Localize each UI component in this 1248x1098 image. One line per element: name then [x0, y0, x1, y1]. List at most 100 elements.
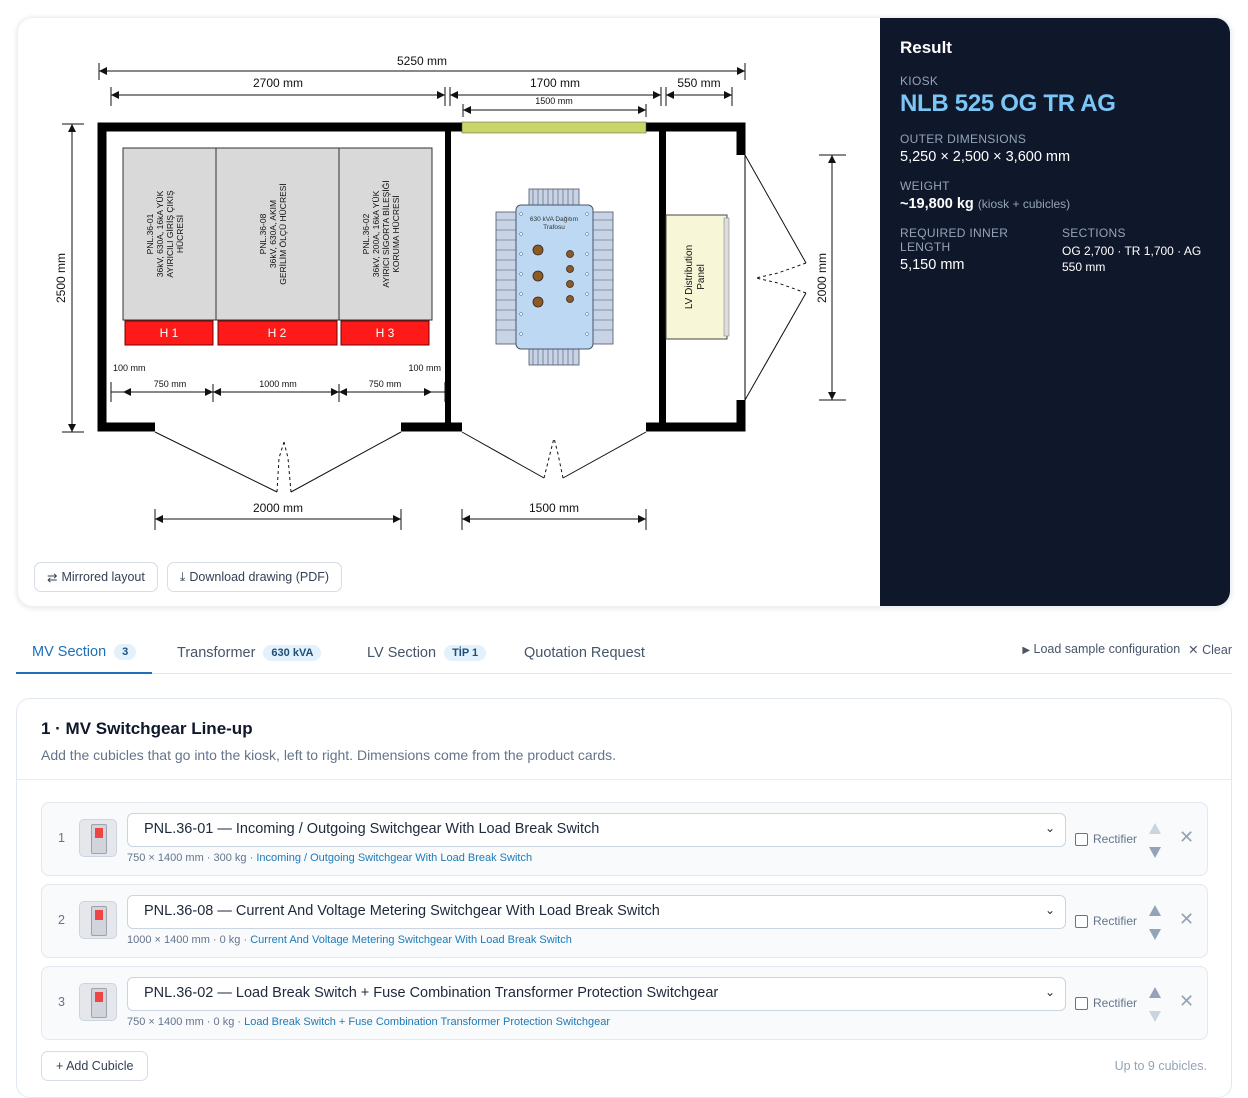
rectifier-label: Rectifier — [1093, 914, 1138, 928]
dim-cubicle-1: 750 mm — [154, 379, 187, 389]
dim-tr-inner: 1500 mm — [535, 96, 573, 106]
cubicle-3-line4: KORUMA HÜCRESİ — [391, 195, 401, 272]
cubicle-select-value: PNL.36-01 — Incoming / Outgoing Switchge… — [144, 821, 600, 837]
cubicle-code-1: H 1 — [160, 326, 179, 340]
tab-transformer[interactable]: Transformer 630 kVA — [177, 632, 322, 674]
inner-length-label: REQUIRED INNER LENGTH — [900, 226, 1009, 254]
load-sample-label: Load sample configuration — [1033, 642, 1181, 656]
add-cubicle-button[interactable]: + Add Cubicle — [41, 1051, 149, 1081]
dim-tr-door: 1500 mm — [529, 501, 579, 515]
download-drawing-label: Download drawing (PDF) — [189, 570, 330, 584]
sections-label: SECTIONS — [1062, 226, 1126, 240]
mirrored-layout-label: Mirrored layout — [61, 570, 145, 584]
kiosk-name: NLB 525 OG TR AG — [900, 90, 1116, 117]
rectifier-checkbox[interactable]: Rectifier — [1075, 832, 1137, 846]
dim-cubicle-2: 1000 mm — [259, 379, 297, 389]
kiosk-plan-svg: H 1 H 2 H 3 PNL.36-01 36kV, 630A, 16kA Y… — [54, 54, 846, 530]
chevron-down-icon: ⌄ — [1044, 985, 1055, 999]
tab-quotation-request[interactable]: Quotation Request — [524, 632, 645, 674]
cubicle-select-value: PNL.36-08 — Current And Voltage Metering… — [144, 903, 660, 919]
cubicle-thumbnail — [79, 819, 117, 857]
load-sample-button[interactable]: ▶ Load sample configuration — [1022, 642, 1180, 657]
cubicle-row: 1 PNL.36-01 — Incoming / Outgoing Switch… — [41, 802, 1208, 876]
tab-mv-badge: 3 — [114, 644, 137, 660]
cubicle-select[interactable]: PNL.36-08 — Current And Voltage Metering… — [127, 895, 1066, 929]
dim-depth: 2500 mm — [54, 253, 68, 303]
rectifier-checkbox[interactable]: Rectifier — [1075, 914, 1137, 928]
transformer-label-2: Trafosu — [543, 224, 565, 231]
move-down-icon[interactable] — [1149, 847, 1161, 858]
dim-margin-left: 100 mm — [113, 363, 146, 373]
tab-lv-section[interactable]: LV Section TİP 1 — [367, 632, 487, 674]
move-down-icon[interactable] — [1149, 1011, 1161, 1022]
cubicle-product-link[interactable]: Load Break Switch + Fuse Combination Tra… — [244, 1016, 610, 1028]
cubicle-row: 2 PNL.36-08 — Current And Voltage Meteri… — [41, 884, 1208, 958]
row-number: 2 — [58, 913, 65, 927]
outer-dimensions-label: OUTER DIMENSIONS — [900, 132, 1027, 146]
chevron-down-icon: ⌄ — [1044, 903, 1055, 917]
move-up-icon[interactable] — [1149, 987, 1161, 998]
cubicle-code-2: H 2 — [268, 326, 287, 340]
dim-tr-width: 1700 mm — [530, 76, 580, 90]
transformer-label-1: 630 kVA Dağıtım — [530, 216, 578, 223]
move-up-icon[interactable] — [1149, 905, 1161, 916]
sections-value: OG 2,700 · TR 1,700 · AG 550 mm — [1062, 244, 1202, 274]
cubicle-1-line4: HÜCRESİ — [175, 215, 185, 253]
rectifier-checkbox[interactable]: Rectifier — [1075, 996, 1137, 1010]
dim-margin-right: 100 mm — [408, 363, 441, 373]
cubicle-limit-note: Up to 9 cubicles. — [1114, 1059, 1207, 1073]
row-number: 3 — [58, 995, 65, 1009]
cubicle-3-line2: 36kV, 200A, 16kA YÜK — [371, 190, 381, 277]
row-number: 1 — [58, 831, 65, 845]
cubicle-meta-text: 1000 × 1400 mm · 0 kg · — [127, 934, 248, 946]
transformer-symbol: 630 kVA Dağıtım Trafosu — [495, 188, 614, 366]
cubicle-meta-text: 750 × 1400 mm · 0 kg · — [127, 1016, 242, 1028]
clear-button[interactable]: ✕ Clear — [1188, 642, 1232, 657]
lv-panel-label-2: Panel — [696, 264, 707, 290]
cubicle-meta: 750 × 1400 mm · 300 kg · Incoming / Outg… — [127, 852, 532, 864]
cubicle-2-line2: 36kV, 630A, AKIM — [268, 200, 278, 268]
move-down-icon[interactable] — [1149, 929, 1161, 940]
cubicle-3-line1: PNL.36-02 — [361, 213, 371, 254]
tab-lv-badge: TİP 1 — [444, 645, 487, 661]
dim-mv-door: 2000 mm — [253, 501, 303, 515]
cubicle-code-3: H 3 — [376, 326, 395, 340]
tab-lv-label: LV Section — [367, 645, 437, 661]
checkbox-icon — [1075, 914, 1088, 928]
mirrored-layout-button[interactable]: ⇄ Mirrored layout — [34, 562, 158, 592]
inner-length-value: 5,150 mm — [900, 257, 965, 273]
cubicle-product-link[interactable]: Incoming / Outgoing Switchgear With Load… — [256, 852, 532, 864]
dim-mv-width: 2700 mm — [253, 76, 303, 90]
cubicle-select-value: PNL.36-02 — Load Break Switch + Fuse Com… — [144, 985, 719, 1001]
download-drawing-button[interactable]: ⤓ Download drawing (PDF) — [166, 562, 343, 592]
cubicle-select[interactable]: PNL.36-01 — Incoming / Outgoing Switchge… — [127, 813, 1066, 847]
cubicle-meta: 750 × 1400 mm · 0 kg · Load Break Switch… — [127, 1016, 610, 1028]
cubicle-select[interactable]: PNL.36-02 — Load Break Switch + Fuse Com… — [127, 977, 1066, 1011]
kiosk-drawing: H 1 H 2 H 3 PNL.36-01 36kV, 630A, 16kA Y… — [18, 18, 880, 606]
chevron-down-icon: ⌄ — [1044, 821, 1055, 835]
cubicle-product-link[interactable]: Current And Voltage Metering Switchgear … — [250, 934, 572, 946]
cubicle-2-line3: GERİLİM ÖLÇÜ HÜCRESİ — [278, 183, 288, 285]
move-up-icon[interactable] — [1149, 823, 1161, 834]
remove-cubicle-icon[interactable]: ✕ — [1179, 991, 1194, 1012]
clear-label: Clear — [1202, 643, 1232, 657]
weight-row: ~19,800 kg (kiosk + cubicles) — [900, 196, 1212, 212]
cubicle-thumbnail — [79, 983, 117, 1021]
section-description: Add the cubicles that go into the kiosk,… — [41, 747, 617, 763]
tab-quotation-label: Quotation Request — [524, 645, 645, 661]
tab-mv-section[interactable]: MV Section 3 — [16, 632, 153, 674]
mv-switchgear-section: 1 · MV Switchgear Line-up Add the cubicl… — [16, 698, 1232, 1098]
cubicle-thumbnail — [79, 901, 117, 939]
checkbox-icon — [1075, 996, 1088, 1010]
cubicle-meta: 1000 × 1400 mm · 0 kg · Current And Volt… — [127, 934, 572, 946]
tab-transformer-badge: 630 kVA — [263, 645, 322, 661]
section-tabs: MV Section 3 Transformer 630 kVA LV Sect… — [16, 632, 1232, 674]
swap-icon: ⇄ — [47, 570, 58, 585]
cubicle-1-line3: AYIRICILI GİRİŞ ÇIKIŞ — [165, 190, 175, 278]
play-icon: ▶ — [1022, 645, 1031, 656]
remove-cubicle-icon[interactable]: ✕ — [1179, 827, 1194, 848]
rectifier-label: Rectifier — [1093, 996, 1138, 1010]
cubicle-3-line3: AYIRICI SİGORTA BİLEŞİĞİ — [381, 180, 391, 287]
remove-cubicle-icon[interactable]: ✕ — [1179, 909, 1194, 930]
dim-lv-door: 2000 mm — [815, 253, 829, 303]
